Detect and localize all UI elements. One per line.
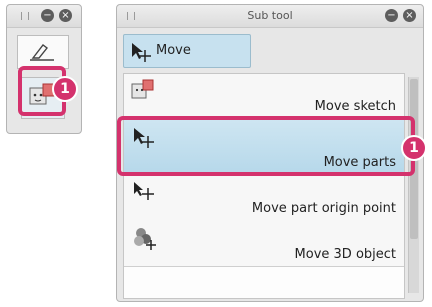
grip-icon[interactable]	[21, 12, 29, 20]
move-3d-object-icon	[134, 228, 156, 250]
ruler-icon	[30, 44, 54, 61]
move-sketch-icon	[131, 79, 154, 99]
tool-label: Move sketch	[314, 99, 396, 114]
ruler-tool-button[interactable]	[17, 35, 69, 69]
panel-title: Sub tool	[247, 9, 293, 22]
list-item[interactable]: Move sketch	[124, 74, 404, 119]
group-tab-label: Move	[156, 43, 191, 58]
close-button[interactable]: ×	[59, 9, 72, 22]
tool-label: Move part origin point	[251, 201, 396, 216]
list-item[interactable]: Move 3D object	[124, 220, 404, 267]
minimize-button[interactable]: −	[385, 9, 398, 22]
minimize-button[interactable]: −	[41, 9, 54, 22]
selection-highlight	[117, 116, 415, 176]
tool-panel-titlebar[interactable]: − ×	[7, 5, 81, 28]
tool-label: Move 3D object	[294, 247, 396, 262]
move-origin-icon	[134, 182, 154, 200]
tool-list: Move sketch Move parts Move part origin …	[123, 73, 405, 299]
close-button[interactable]: ×	[403, 9, 416, 22]
callout-badge: 1	[401, 135, 427, 161]
move-cursor-icon	[132, 43, 151, 62]
scrollbar[interactable]	[408, 77, 419, 293]
group-tab-move[interactable]: Move	[123, 34, 251, 68]
sub-tool-titlebar[interactable]: Sub tool − ×	[117, 5, 423, 28]
list-item[interactable]: Move part origin point	[124, 174, 404, 221]
callout-badge: 1	[52, 76, 78, 102]
